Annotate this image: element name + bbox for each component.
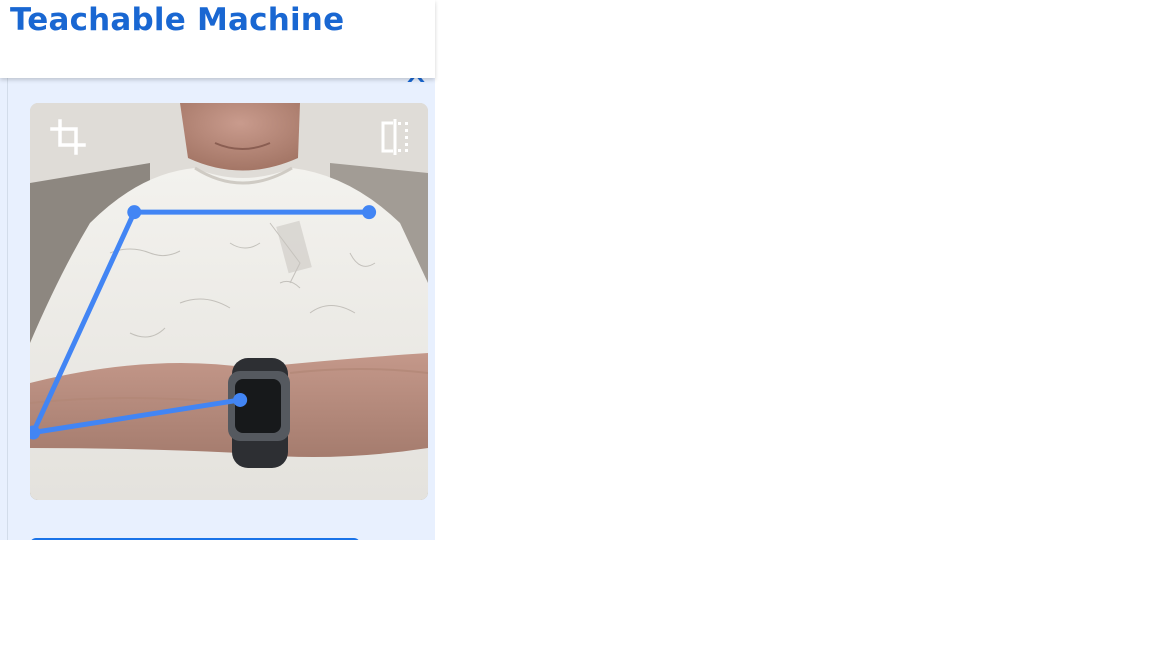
crop-button[interactable]	[48, 117, 88, 157]
webcam-sample-panel	[0, 78, 435, 540]
keypoint-left-shoulder	[127, 205, 142, 220]
flip-button[interactable]	[375, 117, 415, 157]
panel-divider	[7, 78, 8, 540]
record-button[interactable]	[30, 538, 360, 540]
keypoint-right-shoulder	[362, 205, 377, 220]
app-title[interactable]: Teachable Machine	[10, 2, 344, 38]
webcam-frame	[30, 103, 428, 500]
flip-horizontal-icon	[381, 119, 408, 155]
collapse-button[interactable]	[404, 78, 428, 82]
webcam-preview	[30, 103, 428, 500]
chevron-up-icon	[407, 78, 425, 82]
keypoint-left-wrist	[233, 392, 248, 407]
app-header: Teachable Machine	[0, 0, 435, 78]
crop-icon	[50, 119, 86, 155]
